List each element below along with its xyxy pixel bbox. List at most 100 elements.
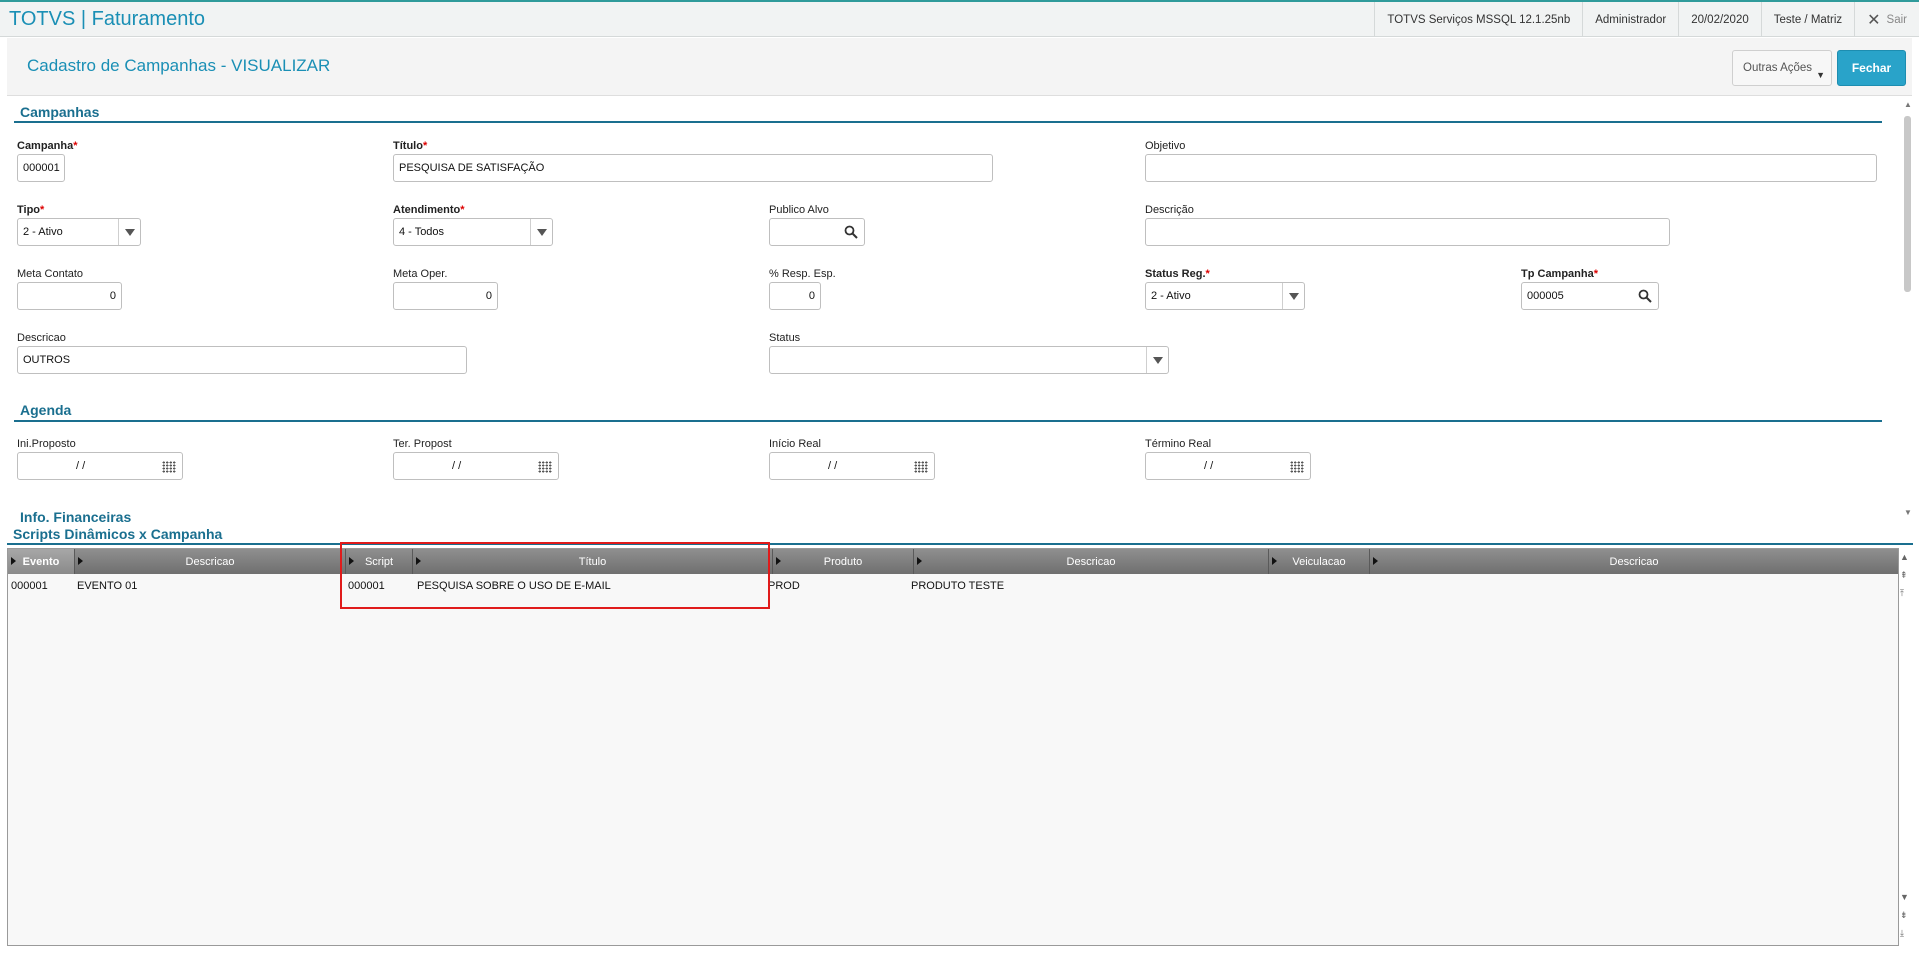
- calendar-icon[interactable]: [1290, 461, 1304, 473]
- sort-arrow-icon: [1373, 557, 1378, 565]
- scroll-top-icon[interactable]: ⤒: [1900, 588, 1904, 598]
- column-header-label: Produto: [823, 555, 863, 568]
- titulo-input[interactable]: PESQUISA DE SATISFAÇÃO: [393, 154, 993, 182]
- chevron-down-icon[interactable]: [530, 219, 552, 245]
- scroll-page-down-icon[interactable]: ⇟: [1900, 910, 1908, 920]
- cell-produto[interactable]: PROD: [768, 574, 800, 598]
- cell-descricao[interactable]: EVENTO 01: [77, 574, 137, 598]
- ini-proposto-value: / /: [76, 460, 86, 472]
- section-divider: [14, 420, 1882, 422]
- sort-arrow-icon: [776, 557, 781, 565]
- more-actions-button[interactable]: Outras Ações ▼: [1732, 50, 1832, 86]
- system-date[interactable]: 20/02/2020: [1678, 2, 1761, 37]
- close-button[interactable]: Fechar: [1837, 50, 1906, 86]
- tp-campanha-label: Tp Campanha*: [1521, 268, 1598, 280]
- tp-campanha-input[interactable]: 000005: [1521, 282, 1659, 310]
- form-scrollbar[interactable]: ▲ ▼: [1902, 100, 1913, 520]
- chevron-down-icon[interactable]: [1146, 347, 1168, 373]
- campanha-input[interactable]: 000001: [17, 154, 65, 182]
- server-info: TOTVS Serviços MSSQL 12.1.25nb: [1374, 2, 1582, 37]
- scrollbar-thumb[interactable]: [1904, 116, 1911, 292]
- required-mark: *: [1205, 268, 1210, 280]
- required-mark: *: [460, 204, 465, 216]
- calendar-icon[interactable]: [162, 461, 176, 473]
- descricao-top-input[interactable]: [1145, 218, 1670, 246]
- calendar-icon[interactable]: [914, 461, 928, 473]
- required-mark: *: [422, 140, 428, 152]
- descricao-top-label: Descrição: [1145, 204, 1194, 216]
- section-divider: [7, 543, 1913, 545]
- user-name[interactable]: Administrador: [1582, 2, 1678, 37]
- atendimento-value: 4 - Todos: [399, 226, 445, 238]
- tipo-label: Tipo*: [17, 204, 44, 216]
- cell-descricao-produto[interactable]: PRODUTO TESTE: [911, 574, 1004, 598]
- ini-proposto-input[interactable]: / /: [17, 452, 183, 480]
- inicio-real-input[interactable]: / /: [769, 452, 935, 480]
- grid-scrollbar[interactable]: ▲ ⇞ ⤒ ▼ ⇟ ⤓: [1897, 548, 1913, 946]
- objetivo-input[interactable]: [1145, 154, 1877, 182]
- top-bar: TOTVS | Faturamento TOTVS Serviços MSSQL…: [0, 0, 1919, 37]
- chevron-down-icon[interactable]: [1282, 283, 1304, 309]
- scroll-bottom-icon[interactable]: ⤓: [1900, 928, 1904, 938]
- table-row[interactable]: 000001 EVENTO 01 000001 PESQUISA SOBRE O…: [8, 574, 1898, 598]
- section-title-campanhas: Campanhas: [20, 104, 100, 120]
- publico-alvo-input[interactable]: [769, 218, 865, 246]
- tipo-select[interactable]: 2 - Ativo: [17, 218, 141, 246]
- ter-propost-value: / /: [452, 460, 462, 472]
- search-icon[interactable]: [844, 225, 858, 239]
- branch-info[interactable]: Teste / Matriz: [1760, 2, 1854, 37]
- tipo-value: 2 - Ativo: [23, 226, 63, 238]
- meta-oper-input[interactable]: 0: [393, 282, 498, 310]
- column-header-label: Descricao: [1066, 555, 1116, 568]
- descricao-input[interactable]: OUTROS: [17, 346, 467, 374]
- scroll-down-icon[interactable]: ▼: [1900, 892, 1909, 902]
- logout-button[interactable]: ✕ Sair: [1854, 2, 1919, 37]
- page-title: Cadastro de Campanhas - VISUALIZAR: [27, 56, 331, 75]
- search-icon[interactable]: [1638, 289, 1652, 303]
- section-title-info-financeiras[interactable]: Info. Financeiras: [20, 509, 131, 525]
- column-header-veiculacao[interactable]: Veiculacao: [1269, 549, 1370, 574]
- scroll-down-icon[interactable]: ▼: [1904, 508, 1912, 517]
- grid-header: Evento Descricao Script Título Produto D…: [8, 549, 1898, 574]
- atendimento-select[interactable]: 4 - Todos: [393, 218, 553, 246]
- resp-esp-input[interactable]: 0: [769, 282, 821, 310]
- status-select[interactable]: [769, 346, 1169, 374]
- titulo-label-text: Título: [393, 140, 423, 152]
- scripts-grid: Evento Descricao Script Título Produto D…: [7, 548, 1899, 946]
- campanha-label-text: Campanha: [17, 140, 74, 152]
- chevron-down-icon[interactable]: [118, 219, 140, 245]
- app-title: TOTVS | Faturamento: [9, 8, 206, 30]
- inicio-real-label: Início Real: [769, 438, 821, 450]
- scroll-page-up-icon[interactable]: ⇞: [1900, 570, 1908, 580]
- tipo-label-text: Tipo: [17, 204, 41, 216]
- status-reg-select[interactable]: 2 - Ativo: [1145, 282, 1305, 310]
- resp-esp-label: % Resp. Esp.: [769, 268, 836, 280]
- column-header-descricao-veiculacao[interactable]: Descricao: [1370, 549, 1898, 574]
- column-header-descricao-produto[interactable]: Descricao: [914, 549, 1269, 574]
- column-header-descricao[interactable]: Descricao: [75, 549, 346, 574]
- meta-contato-input[interactable]: 0: [17, 282, 122, 310]
- termino-real-input[interactable]: / /: [1145, 452, 1311, 480]
- section-title-agenda: Agenda: [20, 402, 72, 418]
- column-header-evento[interactable]: Evento: [8, 549, 75, 574]
- termino-real-value: / /: [1204, 460, 1214, 472]
- atendimento-label-text: Atendimento: [393, 204, 461, 216]
- grid-title: Scripts Dinâmicos x Campanha: [13, 526, 223, 542]
- close-icon: ✕: [1867, 11, 1881, 29]
- ter-propost-input[interactable]: / /: [393, 452, 559, 480]
- top-info: TOTVS Serviços MSSQL 12.1.25nb Administr…: [1374, 2, 1919, 37]
- section-divider: [14, 121, 1882, 123]
- descricao-label: Descricao: [17, 332, 66, 344]
- scroll-up-icon[interactable]: ▲: [1904, 100, 1912, 109]
- titulo-label: Título*: [393, 140, 427, 152]
- scroll-up-icon[interactable]: ▲: [1900, 552, 1909, 562]
- publico-alvo-label: Publico Alvo: [769, 204, 829, 216]
- sort-arrow-icon: [11, 557, 16, 565]
- column-header-produto[interactable]: Produto: [773, 549, 914, 574]
- status-reg-value: 2 - Ativo: [1151, 290, 1191, 302]
- sort-arrow-icon: [917, 557, 922, 565]
- cell-evento[interactable]: 000001: [11, 574, 48, 598]
- sort-arrow-icon: [78, 557, 83, 565]
- calendar-icon[interactable]: [538, 461, 552, 473]
- meta-contato-label: Meta Contato: [17, 268, 84, 280]
